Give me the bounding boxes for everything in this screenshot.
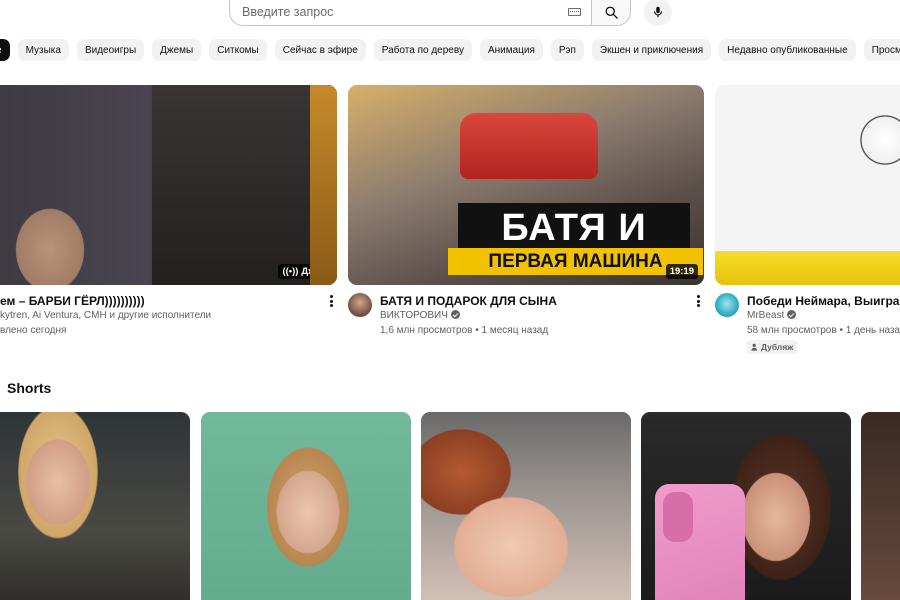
- dubbed-badge: Дубляж: [747, 340, 798, 354]
- search-bar: [229, 0, 672, 26]
- chip-watched[interactable]: Просмотр: [863, 39, 900, 61]
- video-channel[interactable]: MrBeast: [747, 310, 797, 321]
- search-icon: [605, 6, 618, 19]
- duration-badge: 19:19: [665, 264, 698, 279]
- live-broadcast-icon: ((•)): [282, 266, 299, 277]
- search-button[interactable]: [591, 0, 631, 26]
- search-input[interactable]: [242, 5, 568, 19]
- chip-recently-uploaded[interactable]: Недавно опубликованные: [719, 39, 856, 61]
- search-field[interactable]: [229, 0, 591, 26]
- badge-label: Джем: [301, 266, 327, 277]
- more-options-button[interactable]: [693, 294, 703, 308]
- verified-icon: [787, 310, 797, 319]
- video-thumbnail[interactable]: ((•)) Джем: [0, 85, 337, 285]
- video-thumbnail[interactable]: БАТЯ И ПЕРВАЯ МАШИНА 19:19: [348, 85, 704, 285]
- phone-image: [655, 484, 745, 600]
- video-title[interactable]: БАТЯ И ПОДАРОК ДЛЯ СЫНА: [380, 294, 557, 308]
- channel-avatar[interactable]: [715, 293, 739, 317]
- car-image: [460, 113, 598, 179]
- chip-rap[interactable]: Рэп: [550, 39, 584, 61]
- voice-search-button[interactable]: [644, 0, 672, 26]
- short-thumbnail[interactable]: [421, 412, 631, 600]
- video-stats: 58 млн просмотров • 1 день назад: [747, 325, 900, 336]
- category-chips: е Музыка Видеоигры Джемы Ситкомы Сейчас …: [0, 39, 900, 61]
- microphone-icon: [653, 6, 663, 18]
- verified-icon: [450, 310, 460, 319]
- chip-woodworking[interactable]: Работа по дереву: [373, 39, 472, 61]
- video-stats: влено сегодня: [0, 325, 67, 336]
- short-thumbnail[interactable]: [201, 412, 411, 600]
- chip-sitcoms[interactable]: Ситкомы: [209, 39, 267, 61]
- thumbnail-text-line2: ПЕРВАЯ МАШИНА: [448, 248, 703, 275]
- video-thumbnail[interactable]: [715, 85, 900, 285]
- channel-name[interactable]: MrBeast: [747, 310, 784, 321]
- dubbed-label: Дубляж: [761, 342, 794, 352]
- jam-badge: ((•)) Джем: [278, 264, 331, 279]
- chip-all[interactable]: е: [0, 39, 10, 61]
- chip-action-adventure[interactable]: Экшен и приключения: [591, 39, 712, 61]
- dub-person-icon: [751, 343, 757, 351]
- video-title[interactable]: Победи Неймара, Выиграй $50: [747, 294, 900, 308]
- video-stats: 1,6 млн просмотров • 1 месяц назад: [380, 325, 549, 336]
- short-thumbnail[interactable]: [861, 412, 900, 600]
- video-channel[interactable]: ВИКТОРОВИЧ: [380, 310, 460, 321]
- video-title[interactable]: ем – БАРБИ ГЁРЛ)))))))))): [0, 294, 145, 308]
- video-channel[interactable]: kytren, Ai Ventura, CMH и другие исполни…: [0, 310, 211, 321]
- chip-jams[interactable]: Джемы: [152, 39, 202, 61]
- chip-animation[interactable]: Анимация: [479, 39, 543, 61]
- short-thumbnail[interactable]: [0, 412, 190, 600]
- chip-live[interactable]: Сейчас в эфире: [274, 39, 366, 61]
- more-options-button[interactable]: [326, 294, 336, 308]
- keyboard-icon[interactable]: [568, 8, 581, 16]
- channel-avatar[interactable]: [348, 293, 372, 317]
- shorts-section-title: Shorts: [7, 380, 52, 396]
- thumbnail-text-line1: БАТЯ И: [458, 203, 690, 253]
- channel-name[interactable]: ВИКТОРОВИЧ: [380, 310, 448, 321]
- chip-video-games[interactable]: Видеоигры: [76, 39, 145, 61]
- short-thumbnail[interactable]: [641, 412, 851, 600]
- chip-music[interactable]: Музыка: [17, 39, 69, 61]
